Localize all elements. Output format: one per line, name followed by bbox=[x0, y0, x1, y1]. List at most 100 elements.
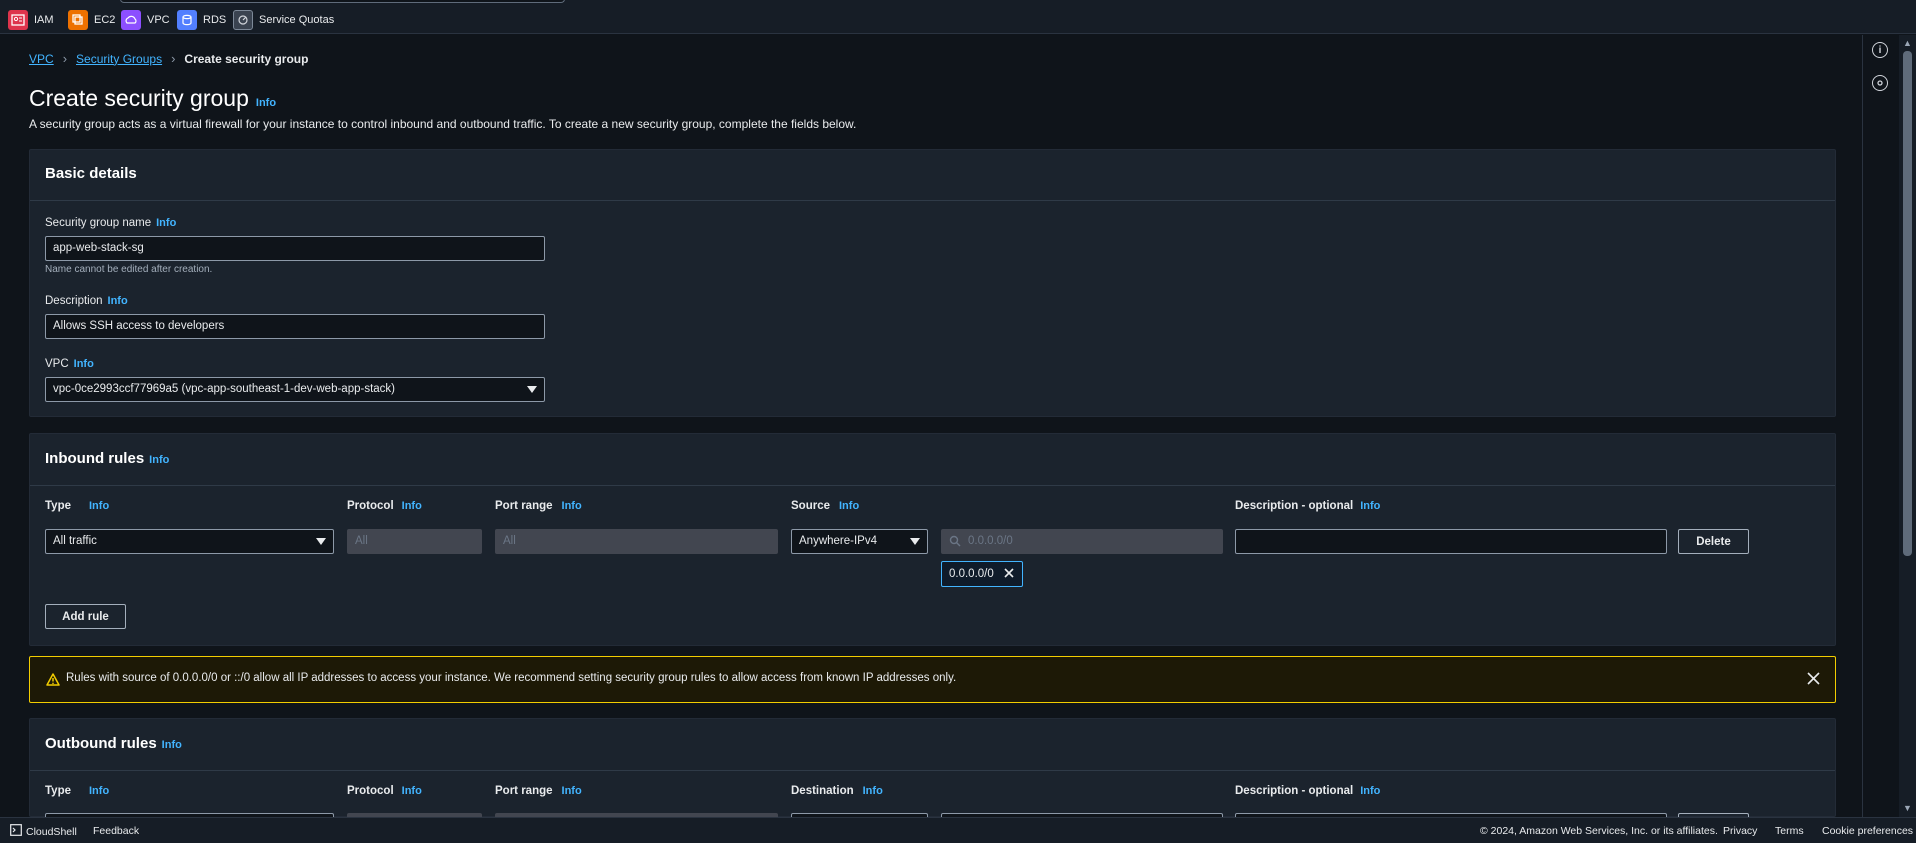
vpc-label: VPC Info bbox=[45, 358, 94, 370]
page-description: A security group acts as a virtual firew… bbox=[29, 117, 857, 131]
outbound-rules-heading: Outbound rules Info bbox=[45, 735, 182, 752]
favorite-label: IAM bbox=[34, 14, 54, 26]
col-source: Source Info bbox=[791, 500, 859, 512]
vpc-select[interactable]: vpc-0ce2993ccf77969a5 (vpc-app-southeast… bbox=[45, 377, 545, 402]
favorite-iam[interactable]: IAM bbox=[8, 10, 54, 30]
page-scrollbar[interactable]: ▲ ▼ bbox=[1899, 35, 1916, 817]
inbound-port-range-input: All bbox=[495, 529, 778, 554]
caret-down-icon bbox=[316, 538, 326, 545]
scroll-up-icon[interactable]: ▲ bbox=[1903, 38, 1912, 48]
col-protocol: Protocol Info bbox=[347, 785, 422, 797]
inbound-heading-text: Inbound rules bbox=[45, 450, 145, 467]
iam-icon bbox=[8, 10, 28, 30]
basic-details-heading: Basic details bbox=[45, 165, 137, 182]
feedback-link[interactable]: Feedback bbox=[93, 825, 139, 837]
name-hint: Name cannot be edited after creation. bbox=[45, 264, 213, 275]
source-info-link[interactable]: Info bbox=[839, 500, 859, 512]
warning-icon bbox=[46, 673, 60, 689]
favorite-label: RDS bbox=[203, 14, 227, 26]
protocol-info-link[interactable]: Info bbox=[402, 500, 422, 512]
source-select-value: Anywhere-IPv4 bbox=[799, 535, 877, 547]
protocol-info-link[interactable]: Info bbox=[402, 785, 422, 797]
ec2-icon bbox=[68, 10, 88, 30]
scroll-down-icon[interactable]: ▼ bbox=[1903, 803, 1912, 813]
col-type: Type Info bbox=[45, 785, 109, 797]
scrollbar-thumb[interactable] bbox=[1903, 51, 1912, 556]
favorite-ec2[interactable]: EC2 bbox=[68, 10, 115, 30]
col-label: Port range bbox=[495, 500, 553, 512]
rds-icon bbox=[177, 10, 197, 30]
destination-info-link[interactable]: Info bbox=[863, 785, 883, 797]
col-description: Description - optional Info bbox=[1235, 785, 1380, 797]
col-destination: Destination Info bbox=[791, 785, 883, 797]
port-range-info-link[interactable]: Info bbox=[562, 785, 582, 797]
port-range-info-link[interactable]: Info bbox=[562, 500, 582, 512]
type-select-value: All traffic bbox=[53, 535, 97, 547]
page-info-link[interactable]: Info bbox=[256, 97, 276, 109]
security-group-name-input[interactable]: app-web-stack-sg bbox=[45, 236, 545, 261]
caret-down-icon bbox=[910, 538, 920, 545]
col-type: Type Info bbox=[45, 500, 109, 512]
cidr-placeholder: 0.0.0.0/0 bbox=[968, 535, 1013, 547]
cidr-token: 0.0.0.0/0 bbox=[941, 561, 1023, 587]
info-panel-icon[interactable]: i bbox=[1872, 42, 1888, 58]
terms-link[interactable]: Terms bbox=[1775, 825, 1804, 837]
col-port-range: Port range Info bbox=[495, 785, 582, 797]
search-input[interactable] bbox=[120, 0, 565, 3]
copyright-text: © 2024, Amazon Web Services, Inc. or its… bbox=[1480, 825, 1718, 837]
inbound-source-select[interactable]: Anywhere-IPv4 bbox=[791, 529, 928, 554]
vpc-info-link[interactable]: Info bbox=[74, 358, 94, 370]
inbound-type-select[interactable]: All traffic bbox=[45, 529, 334, 554]
outbound-heading-text: Outbound rules bbox=[45, 735, 157, 752]
favorite-rds[interactable]: RDS bbox=[177, 10, 226, 30]
basic-details-panel: Basic details Security group name Info a… bbox=[29, 149, 1836, 417]
breadcrumb-vpc-link[interactable]: VPC bbox=[29, 52, 54, 66]
footer: CloudShell Feedback © 2024, Amazon Web S… bbox=[0, 817, 1916, 843]
description-col-info-link[interactable]: Info bbox=[1360, 500, 1380, 512]
cookie-preferences-link[interactable]: Cookie preferences bbox=[1822, 825, 1913, 837]
service-quotas-icon bbox=[233, 10, 253, 30]
close-icon[interactable] bbox=[1004, 567, 1014, 581]
cloudshell-link[interactable]: CloudShell bbox=[10, 824, 77, 839]
divider bbox=[30, 770, 1835, 771]
type-info-link[interactable]: Info bbox=[89, 785, 109, 797]
col-label: Destination bbox=[791, 785, 854, 797]
name-info-link[interactable]: Info bbox=[156, 217, 176, 229]
col-label: Type bbox=[45, 500, 71, 512]
inbound-info-link[interactable]: Info bbox=[149, 454, 169, 466]
description-info-link[interactable]: Info bbox=[108, 295, 128, 307]
col-protocol: Protocol Info bbox=[347, 500, 422, 512]
chevron-right-icon: › bbox=[171, 51, 176, 66]
warning-alert-text: Rules with source of 0.0.0.0/0 or ::/0 a… bbox=[66, 672, 957, 684]
inbound-rules-panel: Inbound rules Info Type Info Protocol Info… bbox=[29, 433, 1836, 646]
cidr-token-label: 0.0.0.0/0 bbox=[949, 568, 994, 580]
field-label-text: Description bbox=[45, 295, 103, 307]
inbound-protocol-input: All bbox=[347, 529, 482, 554]
breadcrumb-security-groups-link[interactable]: Security Groups bbox=[76, 52, 162, 66]
feedback-panel-icon[interactable] bbox=[1872, 75, 1888, 91]
col-label: Description - optional bbox=[1235, 785, 1354, 797]
add-rule-button[interactable]: Add rule bbox=[45, 604, 126, 629]
close-icon[interactable] bbox=[1807, 671, 1820, 687]
favorite-vpc[interactable]: VPC bbox=[121, 10, 170, 30]
favorite-label: EC2 bbox=[94, 14, 116, 26]
type-info-link[interactable]: Info bbox=[89, 500, 109, 512]
description-input[interactable]: Allows SSH access to developers bbox=[45, 314, 545, 339]
inbound-cidr-search-input: 0.0.0.0/0 bbox=[941, 529, 1223, 554]
security-group-name-label: Security group name Info bbox=[45, 217, 176, 229]
delete-rule-button[interactable]: Delete bbox=[1678, 529, 1749, 554]
caret-down-icon bbox=[527, 386, 537, 393]
vpc-select-value: vpc-0ce2993ccf77969a5 (vpc-app-southeast… bbox=[53, 383, 395, 395]
description-col-info-link[interactable]: Info bbox=[1360, 785, 1380, 797]
favorite-service-quotas[interactable]: Service Quotas bbox=[233, 10, 334, 30]
chevron-right-icon: › bbox=[62, 51, 68, 66]
col-label: Protocol bbox=[347, 500, 394, 512]
search-icon bbox=[949, 535, 961, 550]
cloudshell-icon bbox=[10, 824, 22, 839]
inbound-description-input[interactable] bbox=[1235, 529, 1667, 554]
description-label: Description Info bbox=[45, 295, 128, 307]
top-navigation-bar: IAM EC2 VPC RDS Service Quotas bbox=[0, 0, 1916, 34]
field-label-text: Security group name bbox=[45, 217, 152, 229]
privacy-link[interactable]: Privacy bbox=[1723, 825, 1757, 837]
outbound-info-link[interactable]: Info bbox=[162, 739, 182, 751]
